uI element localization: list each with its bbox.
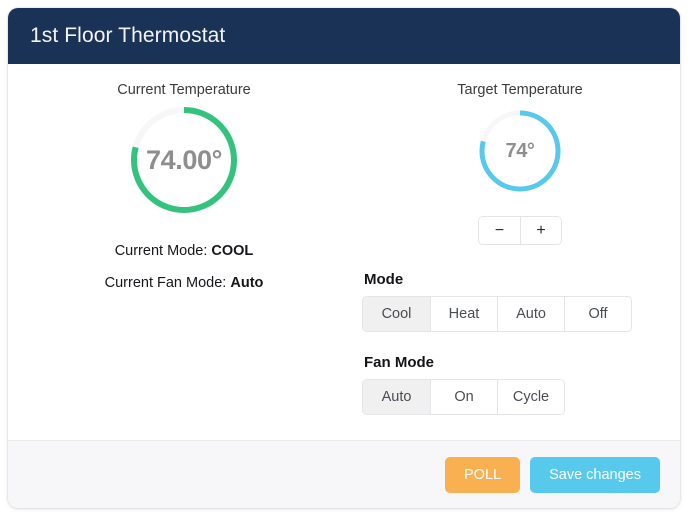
target-gauge-wrap: 74° [360,110,680,192]
current-temperature-value: 74.00° [146,144,222,175]
mode-option-heat[interactable]: Heat [430,297,497,331]
current-temperature-caption: Current Temperature [117,82,251,98]
page-title: 1st Floor Thermostat [30,24,226,47]
decrease-temperature-button[interactable]: − [479,217,520,244]
fan-mode-field: Fan Mode Auto On Cycle [362,354,680,415]
card-header: 1st Floor Thermostat [8,8,680,64]
fan-mode-segmented-control[interactable]: Auto On Cycle [362,379,565,415]
fan-mode-option-cycle[interactable]: Cycle [497,380,564,414]
current-temperature-panel: Current Temperature 74.00° Current Mode:… [8,64,360,440]
current-status-lines: Current Mode: COOL Current Fan Mode: Aut… [8,243,360,291]
fan-mode-option-auto[interactable]: Auto [363,380,430,414]
increase-temperature-button[interactable]: + [520,217,561,244]
current-gauge-wrap: 74.00° [8,107,360,213]
mode-option-cool[interactable]: Cool [363,297,430,331]
current-temperature-gauge: 74.00° [131,107,237,213]
target-temperature-caption: Target Temperature [457,82,583,98]
current-fan-mode-value: Auto [230,275,264,291]
mode-label: Mode [364,271,404,288]
mode-segmented-control[interactable]: Cool Heat Auto Off [362,296,632,332]
target-temperature-value: 74° [505,139,535,162]
card-footer: POLL Save changes [8,440,680,508]
target-temperature-stepper[interactable]: − + [478,216,562,245]
mode-field: Mode Cool Heat Auto Off [362,271,680,332]
current-mode-label: Current Mode: [114,243,208,259]
current-mode-line: Current Mode: COOL [8,243,360,259]
poll-button[interactable]: POLL [445,456,521,493]
current-fan-mode-line: Current Fan Mode: Auto [8,275,360,291]
fan-mode-label: Fan Mode [364,354,434,371]
save-changes-button[interactable]: Save changes [530,456,660,493]
target-temperature-panel: Target Temperature 74° − + Mode Cool Hea… [360,64,680,440]
target-stepper-row: − + [360,216,680,245]
mode-option-auto[interactable]: Auto [497,297,564,331]
target-temperature-gauge: 74° [479,110,561,192]
card-body: Current Temperature 74.00° Current Mode:… [8,64,680,440]
current-fan-mode-label: Current Fan Mode: [104,275,227,291]
thermostat-card: 1st Floor Thermostat Current Temperature… [8,8,680,508]
mode-option-off[interactable]: Off [564,297,631,331]
fan-mode-option-on[interactable]: On [430,380,497,414]
current-mode-value: COOL [211,243,254,259]
